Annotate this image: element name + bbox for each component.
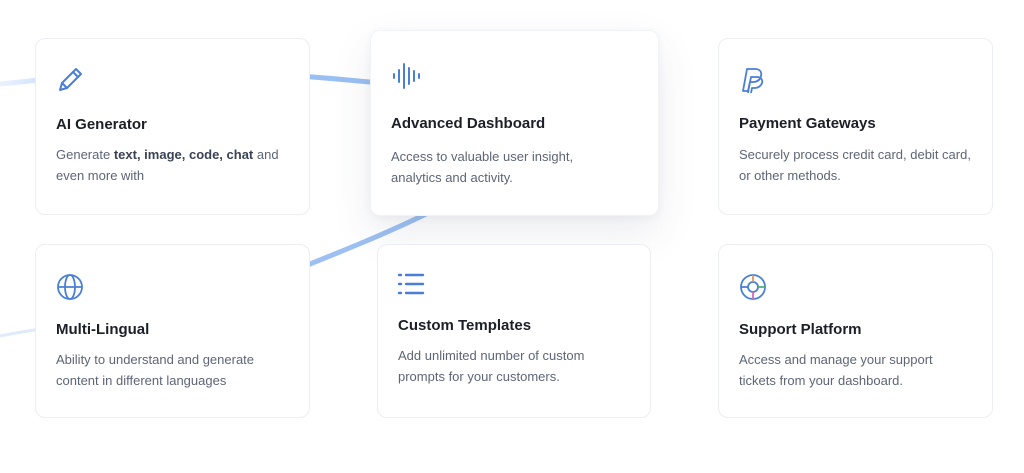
card-title: Custom Templates: [398, 317, 532, 334]
lifebuoy-icon: [740, 274, 766, 300]
feature-card-multi-lingual[interactable]: Multi-Lingual Ability to understand and …: [35, 244, 310, 418]
globe-icon: [57, 274, 83, 300]
card-description: Add unlimited number of custom prompts f…: [398, 348, 585, 384]
pencil-icon: [59, 68, 82, 91]
card-description: Securely process credit card, debit card…: [739, 147, 971, 183]
feature-card-custom-templates[interactable]: Custom Templates Add unlimited number of…: [377, 244, 651, 418]
card-description: Access and manage your support tickets f…: [739, 352, 933, 388]
feature-card-advanced-dashboard[interactable]: Advanced Dashboard Access to valuable us…: [370, 30, 659, 216]
feature-card-payment-gateways[interactable]: Payment Gateways Securely process credit…: [718, 38, 993, 215]
card-title: Multi-Lingual: [56, 321, 150, 338]
card-description: Generate text, image, code, chat and eve…: [56, 147, 279, 183]
card-title: AI Generator: [56, 116, 147, 133]
feature-card-support-platform[interactable]: Support Platform Access and manage your …: [718, 244, 993, 418]
card-description-highlight: text, image, code, chat: [113, 147, 254, 162]
feature-card-ai-generator[interactable]: AI Generator Generate text, image, code,…: [35, 38, 310, 215]
card-description: Ability to understand and generate conte…: [56, 352, 255, 388]
card-title: Payment Gateways: [739, 115, 876, 132]
paypal-icon: [742, 68, 764, 94]
card-title: Advanced Dashboard: [391, 115, 546, 132]
card-description: Access to valuable user insight, analyti…: [391, 149, 574, 185]
list-icon: [397, 273, 425, 295]
card-title: Support Platform: [739, 321, 862, 338]
audio-waveform-icon: [393, 63, 420, 89]
